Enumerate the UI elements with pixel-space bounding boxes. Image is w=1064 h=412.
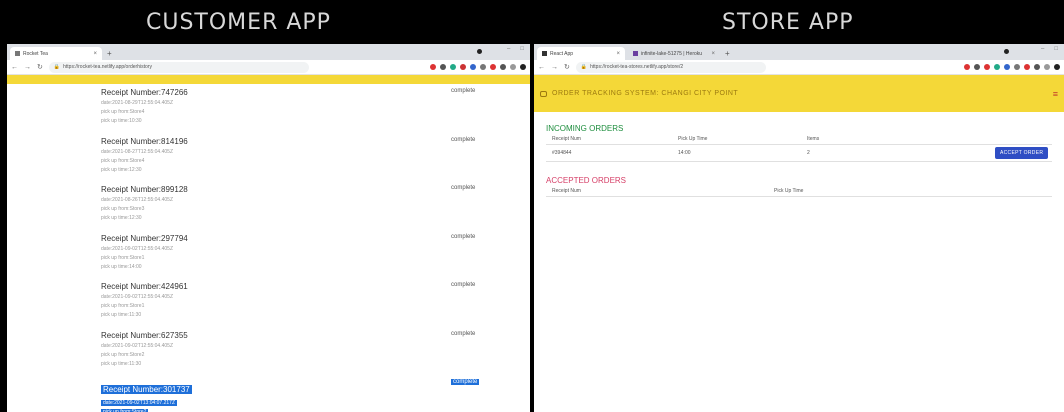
customer-app-heading: CUSTOMER APP bbox=[146, 10, 331, 35]
list-item: Receipt Number:301737 date:2021-09-02T13:… bbox=[101, 375, 530, 412]
receipt-date: date:2021-09-02T13:04:07.217Z bbox=[101, 400, 177, 406]
accepted-orders-title: ACCEPTED ORDERS bbox=[546, 176, 627, 185]
column-header: Receipt Num bbox=[552, 135, 581, 142]
new-tab-icon[interactable]: + bbox=[102, 49, 117, 60]
status-badge: complete bbox=[451, 88, 476, 94]
receipt-date: date:2021-09-02T12:55:04.405Z bbox=[101, 294, 173, 300]
customer-tab[interactable]: Rocket Tea × bbox=[10, 47, 102, 60]
receipt-date: date:2021-08-27T12:55:04.405Z bbox=[101, 148, 173, 155]
receipt-pickup-time: pick up time:12:30 bbox=[101, 166, 142, 173]
list-item: Receipt Number:747266 date:2021-08-29T12:… bbox=[101, 84, 530, 133]
status-badge: complete bbox=[451, 185, 476, 191]
favicon-icon bbox=[633, 51, 638, 56]
list-item: Receipt Number:297794 date:2021-09-02T12:… bbox=[101, 230, 530, 279]
list-item: Receipt Number:627355 date:2021-09-02T12:… bbox=[101, 327, 530, 376]
back-icon[interactable]: ← bbox=[538, 64, 545, 71]
customer-address-bar: ← → ↻ 🔒 https://rocket-tea.netlify.app/o… bbox=[7, 60, 530, 75]
list-item: Receipt Number:899128 date:2021-08-26T12:… bbox=[101, 181, 530, 230]
favicon-icon bbox=[15, 51, 20, 56]
new-tab-icon[interactable]: + bbox=[720, 49, 735, 60]
receipt-number: Receipt Number:301737 bbox=[101, 385, 192, 394]
items-cell: 2 bbox=[807, 150, 810, 156]
store-url-text: https://rocket-tea-stores.netlify.app/st… bbox=[590, 64, 684, 70]
extension-icons[interactable] bbox=[964, 64, 1060, 70]
window-controls[interactable]: – □ bbox=[1041, 46, 1058, 52]
forward-icon[interactable]: → bbox=[551, 64, 558, 71]
receipt-pickup-from: pick up from:Store4 bbox=[101, 157, 145, 164]
heroku-tab[interactable]: infinite-lake-51275 | Heroku × bbox=[628, 47, 720, 60]
store-address-bar: ← → ↻ 🔒 https://rocket-tea-stores.netlif… bbox=[534, 60, 1064, 75]
heroku-tab-title: infinite-lake-51275 | Heroku bbox=[641, 50, 703, 57]
receipt-pickup-from: pick up from:Store1 bbox=[101, 254, 145, 261]
store-tab-title: React App bbox=[550, 50, 574, 57]
accept-order-button[interactable]: ACCEPT ORDER bbox=[995, 147, 1049, 159]
lock-icon: 🔒 bbox=[53, 64, 61, 70]
customer-tab-title: Rocket Tea bbox=[23, 50, 48, 57]
store-app-bar: ORDER TRACKING SYSTEM: CHANGI CITY POINT… bbox=[534, 75, 1064, 112]
customer-browser-window: Rocket Tea × + – □ ← → ↻ 🔒 https://rocket… bbox=[7, 44, 530, 412]
accepted-orders-section: ACCEPTED ORDERS Receipt Num Pick Up Time bbox=[534, 176, 1064, 197]
customer-url-field[interactable]: 🔒 https://rocket-tea.netlify.app/orderhi… bbox=[48, 61, 309, 73]
store-tab[interactable]: React App × bbox=[537, 47, 625, 60]
list-item: Receipt Number:424961 date:2021-09-02T12:… bbox=[101, 278, 530, 327]
incoming-orders-title: INCOMING ORDERS bbox=[546, 124, 624, 133]
status-badge: complete bbox=[451, 282, 476, 288]
receipt-date: date:2021-08-29T12:55:04.405Z bbox=[101, 100, 173, 106]
store-tab-bar: React App × infinite-lake-51275 | Heroku… bbox=[534, 44, 1064, 60]
status-badge: complete bbox=[451, 379, 480, 385]
accepted-table-header: Receipt Num Pick Up Time bbox=[546, 185, 1052, 197]
logo-icon bbox=[540, 90, 547, 97]
customer-url-text: https://rocket-tea.netlify.app/orderhist… bbox=[63, 64, 152, 70]
record-icon bbox=[477, 49, 482, 54]
list-item: Receipt Number:814196 date:2021-08-27T12:… bbox=[101, 133, 530, 182]
menu-icon[interactable]: ≡ bbox=[1053, 89, 1058, 99]
receipt-cell: #394844 bbox=[552, 150, 572, 156]
close-icon[interactable]: × bbox=[616, 51, 620, 57]
column-header: Pick Up Time bbox=[678, 135, 708, 142]
status-badge: complete bbox=[451, 233, 476, 240]
column-header: Items bbox=[807, 135, 820, 142]
receipt-pickup-time: pick up time:11:30 bbox=[101, 360, 142, 367]
record-icon bbox=[1004, 49, 1009, 54]
column-header: Receipt Num bbox=[552, 187, 581, 194]
close-icon[interactable]: × bbox=[711, 51, 715, 57]
window-controls[interactable]: – □ bbox=[507, 46, 524, 52]
reload-icon[interactable]: ↻ bbox=[37, 63, 43, 71]
favicon-icon bbox=[542, 51, 547, 56]
back-icon[interactable]: ← bbox=[11, 64, 18, 71]
receipt-pickup-time: pick up time:14:00 bbox=[101, 263, 142, 270]
receipt-pickup-from: pick up from:Store1 bbox=[101, 303, 145, 309]
receipt-date: date:2021-09-02T12:55:04.405Z bbox=[101, 342, 173, 349]
store-browser-window: React App × infinite-lake-51275 | Heroku… bbox=[534, 44, 1064, 412]
receipt-date: date:2021-08-26T12:55:04.405Z bbox=[101, 197, 173, 203]
receipt-pickup-time: pick up time:12:30 bbox=[101, 215, 142, 221]
table-row: #394844 14:00 2 ACCEPT ORDER bbox=[546, 145, 1052, 162]
store-app-title: ORDER TRACKING SYSTEM: CHANGI CITY POINT bbox=[552, 90, 739, 97]
store-url-field[interactable]: 🔒 https://rocket-tea-stores.netlify.app/… bbox=[575, 61, 766, 73]
lock-icon: 🔒 bbox=[580, 64, 588, 70]
receipt-pickup-time: pick up time:11:30 bbox=[101, 312, 142, 318]
pickup-time-cell: 14:00 bbox=[678, 150, 691, 156]
customer-tab-bar: Rocket Tea × + – □ bbox=[7, 44, 530, 60]
incoming-orders-section: INCOMING ORDERS Receipt Num Pick Up Time… bbox=[534, 124, 1064, 162]
column-header: Pick Up Time bbox=[774, 187, 804, 194]
customer-app-header bbox=[7, 75, 530, 84]
extension-icons[interactable] bbox=[430, 64, 526, 70]
order-history-list: Receipt Number:747266 date:2021-08-29T12:… bbox=[7, 84, 530, 412]
forward-icon[interactable]: → bbox=[24, 64, 31, 71]
reload-icon[interactable]: ↻ bbox=[564, 63, 570, 71]
status-badge: complete bbox=[451, 330, 476, 337]
incoming-table-header: Receipt Num Pick Up Time Items bbox=[546, 133, 1052, 145]
receipt-pickup-from: pick up from:Store2 bbox=[101, 351, 145, 358]
receipt-pickup-from: pick up from:Store3 bbox=[101, 206, 145, 212]
receipt-pickup-from: pick up from:Store4 bbox=[101, 109, 145, 115]
status-badge: complete bbox=[451, 136, 476, 143]
receipt-pickup-time: pick up time:10:30 bbox=[101, 118, 142, 124]
receipt-date: date:2021-09-02T12:55:04.405Z bbox=[101, 245, 173, 252]
close-icon[interactable]: × bbox=[93, 51, 97, 57]
store-app-heading: STORE APP bbox=[722, 10, 854, 35]
